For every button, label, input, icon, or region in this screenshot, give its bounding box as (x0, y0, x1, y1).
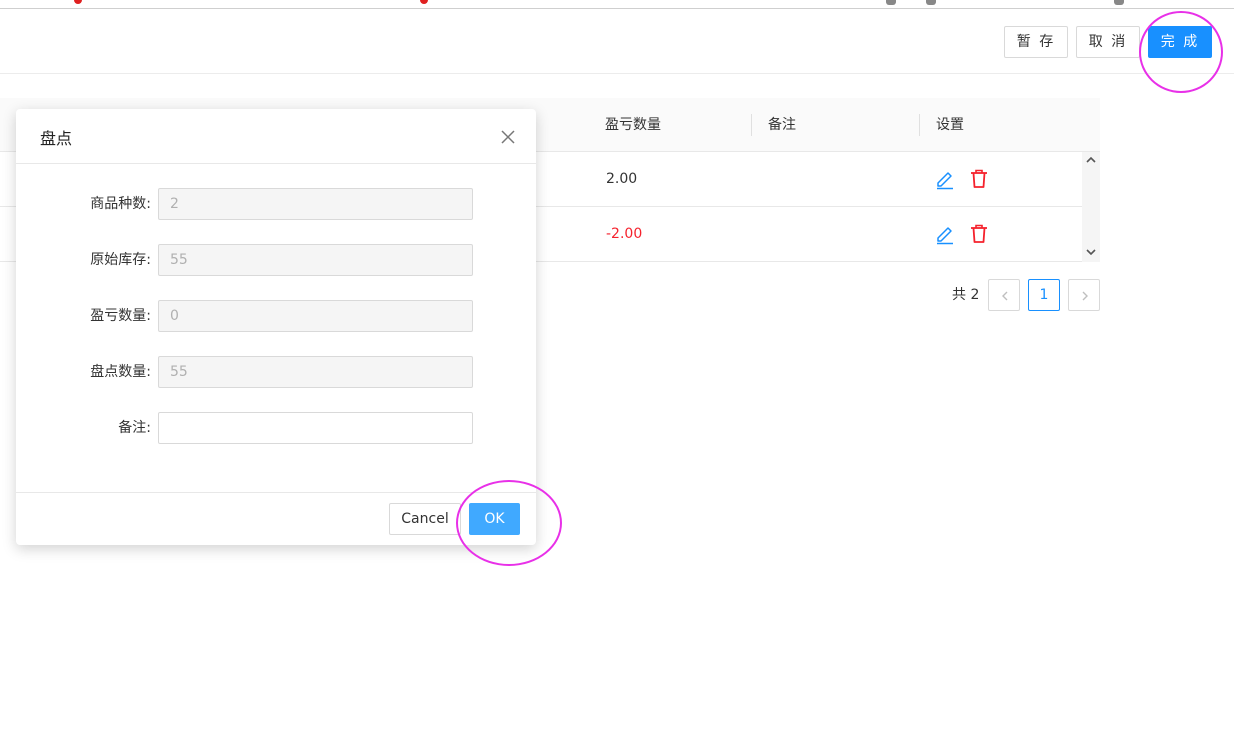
chevron-right-icon (1082, 291, 1088, 301)
modal-ok-button[interactable]: OK (469, 503, 520, 535)
save-draft-button[interactable]: 暂 存 (1004, 26, 1068, 58)
form-row-profit-loss: 盈亏数量: 0 (16, 300, 536, 332)
pagination-total: 共 2 (952, 287, 980, 303)
form-row-product-count: 商品种数: 2 (16, 188, 536, 220)
status-dot-icon (74, 0, 82, 4)
trash-icon[interactable] (969, 223, 989, 245)
form-row-original-stock: 原始库存: 55 (16, 244, 536, 276)
toolbar-glyph-icon (1114, 0, 1124, 5)
table-scrollbar[interactable] (1082, 152, 1100, 262)
close-icon[interactable] (498, 127, 518, 147)
modal-footer: Cancel OK (16, 492, 536, 545)
column-divider (751, 114, 752, 136)
next-page-button[interactable] (1068, 279, 1100, 311)
column-header-profit-loss: 盈亏数量 (605, 117, 661, 133)
profit-loss-cell: 2.00 (606, 171, 638, 187)
edit-icon[interactable] (935, 168, 955, 190)
product-count-label: 商品种数: (90, 196, 151, 212)
modal-title: 盘点 (40, 129, 73, 148)
toolbar-glyph-icon (886, 0, 896, 5)
column-divider (919, 114, 920, 136)
note-label: 备注: (118, 420, 151, 436)
profit-loss-label: 盈亏数量: (90, 308, 151, 324)
status-dot-icon (420, 0, 428, 4)
profit-loss-cell: -2.00 (606, 226, 643, 242)
scroll-down-icon[interactable] (1085, 246, 1097, 258)
count-quantity-label: 盘点数量: (90, 364, 151, 380)
note-input[interactable] (158, 412, 473, 444)
modal-header: 盘点 (16, 109, 536, 164)
count-quantity-field: 55 (158, 356, 473, 388)
original-stock-label: 原始库存: (90, 252, 151, 268)
toolbar-glyph-icon (926, 0, 936, 5)
edit-icon[interactable] (935, 223, 955, 245)
browser-top-strip (0, 0, 1234, 9)
form-row-count-quantity: 盘点数量: 55 (16, 356, 536, 388)
trash-icon[interactable] (969, 168, 989, 190)
page-toolbar: 暂 存 取 消 完 成 (0, 10, 1234, 74)
original-stock-field: 55 (158, 244, 473, 276)
profit-loss-field: 0 (158, 300, 473, 332)
finish-button[interactable]: 完 成 (1148, 26, 1212, 58)
page-number-button[interactable]: 1 (1028, 279, 1060, 311)
scroll-up-icon[interactable] (1085, 154, 1097, 166)
prev-page-button[interactable] (988, 279, 1020, 311)
column-header-settings: 设置 (936, 117, 964, 133)
product-count-field: 2 (158, 188, 473, 220)
chevron-left-icon (1002, 291, 1008, 301)
modal-cancel-button[interactable]: Cancel (389, 503, 461, 535)
stocktake-modal: 盘点 商品种数: 2 原始库存: 55 盈亏数量: 0 盘点数量: 55 备注:… (16, 109, 536, 545)
column-header-note: 备注 (768, 117, 796, 133)
cancel-button[interactable]: 取 消 (1076, 26, 1140, 58)
form-row-note: 备注: (16, 412, 536, 444)
